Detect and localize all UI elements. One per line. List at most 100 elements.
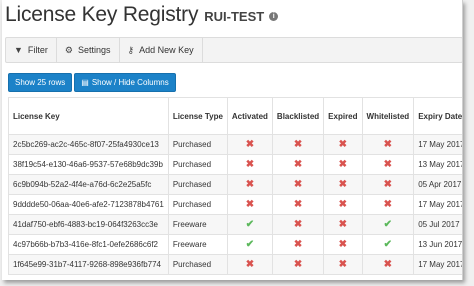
whitelisted-cell: ✖ xyxy=(361,174,415,195)
cross-icon: ✖ xyxy=(338,239,348,250)
whitelisted-cell: ✖ xyxy=(361,134,415,155)
filter-icon: ▼ xyxy=(14,45,23,55)
check-icon: ✔ xyxy=(383,219,393,230)
expired-cell: ✖ xyxy=(323,134,363,155)
expiry-date-cell: 13 May 2017 xyxy=(413,154,462,175)
blacklisted-cell: ✖ xyxy=(271,214,325,235)
column-header-expired[interactable]: Expired xyxy=(323,97,363,135)
info-icon[interactable]: i xyxy=(269,11,279,21)
activated-cell: ✖ xyxy=(226,174,273,195)
check-icon: ✔ xyxy=(383,239,393,250)
check-icon: ✔ xyxy=(245,219,255,230)
cross-icon: ✖ xyxy=(383,259,393,270)
cross-icon: ✖ xyxy=(383,199,393,210)
table-row[interactable]: 38f19c54-e130-46a6-9537-57e68b9dc39b Purc… xyxy=(8,154,462,175)
table-row[interactable]: 6c9b094b-52a2-4f4e-a76d-6c2e25a5fc Purcha… xyxy=(8,174,462,195)
cross-icon: ✖ xyxy=(245,159,255,170)
column-header-license-type[interactable]: License Type xyxy=(167,97,228,135)
activated-cell: ✖ xyxy=(226,254,273,275)
page-subtitle: RUI-TEST xyxy=(204,8,265,24)
license-type-cell: Purchased xyxy=(167,134,228,155)
whitelisted-cell: ✔ xyxy=(361,234,415,255)
column-header-expiry-date[interactable]: Expiry Date xyxy=(413,97,462,135)
expiry-date-cell: 05 Apr 2017 xyxy=(413,174,462,195)
expired-cell: ✖ xyxy=(323,254,363,275)
expiry-date-cell: 17 May 2017 xyxy=(413,254,462,275)
show-hide-columns-label: Show / Hide Columns xyxy=(91,78,169,87)
column-header-activated[interactable]: Activated xyxy=(226,97,273,135)
column-header-license-key[interactable]: License Key xyxy=(8,97,169,135)
table-row[interactable]: 2c5bc269-ac2c-465c-8f07-25fa4930ce13 Purc… xyxy=(8,134,462,155)
show-rows-button[interactable]: Show 25 rows xyxy=(8,73,73,92)
page-title: License Key Registry xyxy=(5,3,199,26)
cross-icon: ✖ xyxy=(245,179,255,190)
license-table: License Key License Type Activated Black… xyxy=(8,97,462,275)
whitelisted-cell: ✔ xyxy=(361,214,415,235)
license-registry-page: License Key Registry RUI-TEST i ▼ Filter… xyxy=(2,0,463,280)
cross-icon: ✖ xyxy=(383,139,393,150)
table-row[interactable]: 1f645e99-31b7-4117-9268-898e936fb774 Purc… xyxy=(8,254,462,275)
license-key-cell: 41daf750-ebf6-4883-bc19-064f3263cc3e xyxy=(8,214,169,235)
license-type-cell: Freeware xyxy=(167,214,228,235)
license-type-cell: Freeware xyxy=(167,234,228,255)
check-icon: ✔ xyxy=(245,239,255,250)
settings-label: Settings xyxy=(78,45,111,55)
cross-icon: ✖ xyxy=(338,219,348,230)
cross-icon: ✖ xyxy=(293,139,303,150)
column-header-blacklisted[interactable]: Blacklisted xyxy=(271,97,325,135)
cross-icon: ✖ xyxy=(338,139,348,150)
cross-icon: ✖ xyxy=(338,159,348,170)
expired-cell: ✖ xyxy=(323,154,363,175)
license-key-cell: 6c9b094b-52a2-4f4e-a76d-6c2e25a5fc xyxy=(8,174,169,195)
cross-icon: ✖ xyxy=(383,179,393,190)
activated-cell: ✖ xyxy=(226,134,273,155)
cross-icon: ✖ xyxy=(338,179,348,190)
settings-button[interactable]: ⚙ Settings xyxy=(57,38,120,62)
cross-icon: ✖ xyxy=(293,239,303,250)
add-new-key-label: Add New Key xyxy=(139,45,194,55)
cross-icon: ✖ xyxy=(245,139,255,150)
activated-cell: ✔ xyxy=(226,214,273,235)
cross-icon: ✖ xyxy=(245,259,255,270)
toolbar: ▼ Filter ⚙ Settings ⚷ Add New Key xyxy=(5,37,462,63)
activated-cell: ✔ xyxy=(226,234,273,255)
cross-icon: ✖ xyxy=(293,199,303,210)
table-row[interactable]: 41daf750-ebf6-4883-bc19-064f3263cc3e Free… xyxy=(8,214,462,235)
gear-icon: ⚙ xyxy=(64,44,73,55)
show-hide-columns-button[interactable]: ▤ Show / Hide Columns xyxy=(74,73,176,92)
license-key-cell: 2c5bc269-ac2c-465c-8f07-25fa4930ce13 xyxy=(8,134,169,155)
whitelisted-cell: ✖ xyxy=(361,154,415,175)
cross-icon: ✖ xyxy=(293,159,303,170)
activated-cell: ✖ xyxy=(226,194,273,215)
key-icon: ⚷ xyxy=(127,44,135,55)
activated-cell: ✖ xyxy=(226,154,273,175)
license-key-cell: 9dddde50-06aa-40e6-afe2-7123878b4761 xyxy=(8,194,169,215)
expiry-date-cell: 13 Jun 2017 xyxy=(413,234,462,255)
license-type-cell: Purchased xyxy=(167,254,228,275)
cross-icon: ✖ xyxy=(293,259,303,270)
expired-cell: ✖ xyxy=(323,174,363,195)
table-row[interactable]: 4c97b66b-b7b3-416e-8fc1-0efe2686c6f2 Free… xyxy=(8,234,462,255)
expiry-date-cell: 17 May 2017 xyxy=(413,134,462,155)
filter-label: Filter xyxy=(27,45,48,55)
whitelisted-cell: ✖ xyxy=(361,194,415,215)
expired-cell: ✖ xyxy=(323,214,363,235)
cross-icon: ✖ xyxy=(245,199,255,210)
columns-icon: ▤ xyxy=(81,78,89,87)
add-new-key-button[interactable]: ⚷ Add New Key xyxy=(120,38,203,62)
show-rows-label: Show 25 rows xyxy=(15,78,66,87)
expired-cell: ✖ xyxy=(323,194,363,215)
license-type-cell: Purchased xyxy=(167,194,228,215)
filter-button[interactable]: ▼ Filter xyxy=(6,38,57,62)
column-header-whitelisted[interactable]: Whitelisted xyxy=(361,97,415,135)
expired-cell: ✖ xyxy=(323,234,363,255)
license-type-cell: Purchased xyxy=(167,174,228,195)
license-key-cell: 38f19c54-e130-46a6-9537-57e68b9dc39b xyxy=(8,154,169,175)
blacklisted-cell: ✖ xyxy=(271,234,325,255)
blacklisted-cell: ✖ xyxy=(271,154,325,175)
table-actions: Show 25 rows ▤ Show / Hide Columns xyxy=(8,73,176,92)
expiry-date-cell: 17 May 2017 xyxy=(413,194,462,215)
whitelisted-cell: ✖ xyxy=(361,254,415,275)
blacklisted-cell: ✖ xyxy=(271,254,325,275)
table-row[interactable]: 9dddde50-06aa-40e6-afe2-7123878b4761 Purc… xyxy=(8,194,462,215)
